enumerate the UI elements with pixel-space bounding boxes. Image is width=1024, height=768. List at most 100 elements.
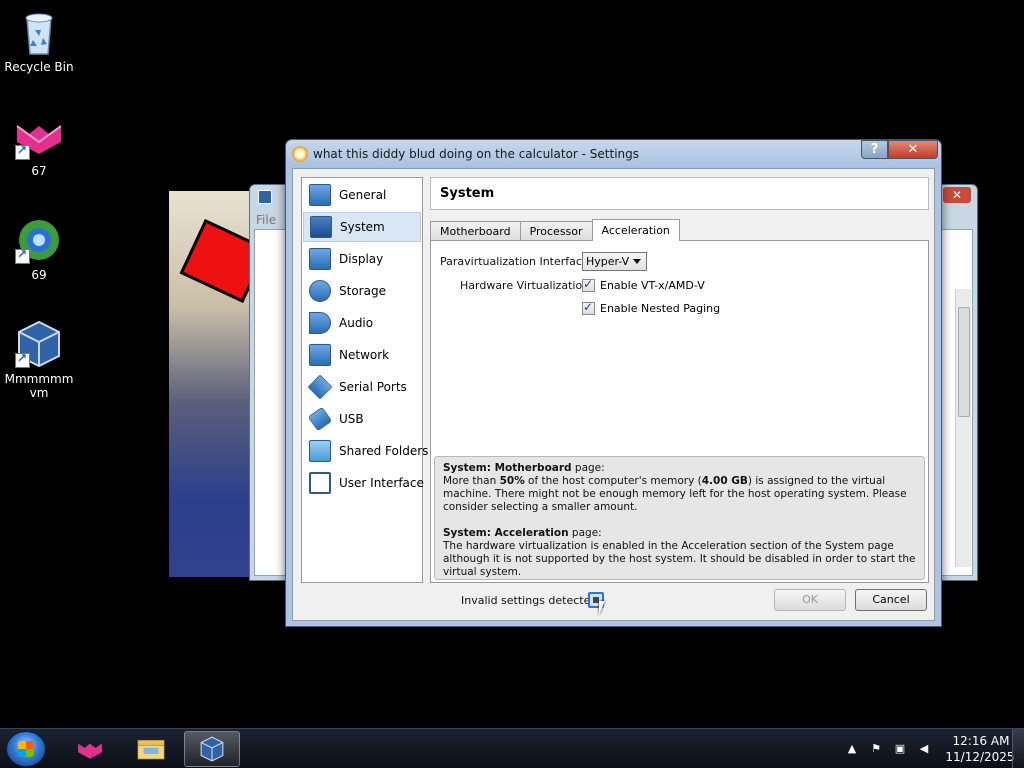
- acceleration-warning: System: Acceleration page: The hardware …: [443, 527, 916, 579]
- taskbar-app-pink-cat[interactable]: [62, 731, 118, 767]
- action-center-flag-icon[interactable]: ⚑: [868, 741, 884, 757]
- nav-item-audio[interactable]: Audio: [303, 308, 421, 338]
- show-desktop-button[interactable]: [1012, 729, 1024, 768]
- paravirtualization-value: Hyper-V: [586, 255, 630, 268]
- background-thumbnail-image: [169, 191, 256, 577]
- file-explorer-icon: [137, 739, 165, 760]
- enable-nested-paging-row[interactable]: ✓ Enable Nested Paging: [582, 300, 721, 315]
- nav-item-system[interactable]: System: [303, 212, 421, 242]
- hardware-virtualization-label: Hardware Virtualization:: [460, 279, 593, 292]
- system-tabs: Motherboard Processor Acceleration: [430, 219, 680, 241]
- paravirtualization-select[interactable]: Hyper-V: [582, 252, 647, 271]
- invalid-settings-status: Invalid settings detected: [461, 594, 598, 607]
- virtualbox-shortcut-icon: [15, 320, 63, 368]
- clock-time[interactable]: 12:16 AM: [946, 734, 1016, 748]
- cancel-button[interactable]: Cancel: [855, 589, 927, 611]
- nav-item-label: General: [339, 188, 387, 202]
- virtualbox-manager-menu-file[interactable]: File: [256, 213, 276, 227]
- system-tray: ▲ ⚑ ▣ ◀ 12:16 AM 11/12/2025: [834, 729, 1024, 768]
- user-interface-icon: [309, 472, 331, 494]
- nav-item-general[interactable]: General: [303, 180, 421, 210]
- nav-item-label: User Interface: [339, 476, 424, 490]
- show-hidden-icons-icon[interactable]: ▲: [844, 741, 860, 757]
- settings-client-area: General System Display Storage Audio Net…: [292, 168, 935, 621]
- motherboard-warning: System: Motherboard page: More than 50% …: [443, 462, 916, 514]
- desktop-icon-69[interactable]: 69: [1, 216, 77, 282]
- nav-item-user-interface[interactable]: User Interface: [303, 468, 424, 498]
- shared-folders-icon: [309, 440, 331, 462]
- tab-acceleration[interactable]: Acceleration: [591, 219, 680, 241]
- settings-title: what this diddy blud doing on the calcul…: [313, 147, 640, 161]
- windows-logo-icon: [18, 741, 34, 757]
- settings-titlebar[interactable]: what this diddy blud doing on the calcul…: [286, 140, 941, 168]
- virtualbox-manager-scrollbar[interactable]: [955, 289, 971, 567]
- nav-item-label: Storage: [339, 284, 386, 298]
- close-button[interactable]: ✕: [888, 140, 938, 159]
- system-icon: [310, 216, 332, 238]
- nav-item-label: Shared Folders: [339, 444, 429, 458]
- desktop-icon-label: 67: [31, 164, 47, 178]
- nav-item-serial-ports[interactable]: Serial Ports: [303, 372, 421, 402]
- motherboard-warning-title: System: Motherboard page:: [443, 462, 605, 474]
- nav-item-label: System: [340, 220, 385, 234]
- acceleration-warning-title: System: Acceleration page:: [443, 527, 602, 539]
- pink-cat-shortcut-icon: [15, 112, 63, 160]
- taskbar-app-file-explorer[interactable]: [123, 731, 179, 767]
- recycle-bin-icon: [15, 8, 63, 56]
- settings-dialog: what this diddy blud doing on the calcul…: [285, 139, 942, 627]
- nav-item-network[interactable]: Network: [303, 340, 421, 370]
- taskbar: ▲ ⚑ ▣ ◀ 12:16 AM 11/12/2025: [0, 728, 1024, 768]
- enable-vtx-label: Enable VT-x/AMD-V: [600, 279, 705, 292]
- nav-item-display[interactable]: Display: [303, 244, 421, 274]
- checkmark-icon: ✓: [583, 277, 594, 291]
- shortcut-arrow-icon: [15, 247, 30, 264]
- help-button[interactable]: ?: [861, 140, 888, 159]
- enable-vtx-checkbox[interactable]: ✓: [582, 277, 595, 292]
- motherboard-warning-text: More than 50% of the host computer's mem…: [443, 475, 907, 513]
- enable-nested-paging-label: Enable Nested Paging: [600, 302, 721, 315]
- nav-item-label: Network: [339, 348, 390, 362]
- red-arrow-graphic: [179, 219, 256, 303]
- paravirtualization-label: Paravirtualization Interface:: [440, 255, 593, 268]
- nav-item-storage[interactable]: Storage: [303, 276, 421, 306]
- taskbar-app-virtualbox[interactable]: [184, 731, 240, 767]
- checkmark-icon: ✓: [583, 300, 594, 314]
- desktop: Recycle Bin 67 69: [0, 0, 1024, 768]
- chevron-down-icon: [633, 259, 641, 264]
- tab-motherboard[interactable]: Motherboard: [430, 221, 521, 241]
- settings-gear-icon: [292, 146, 308, 162]
- enable-nested-paging-checkbox[interactable]: ✓: [582, 300, 595, 315]
- scrollbar-thumb[interactable]: [958, 307, 970, 417]
- mouse-cursor-icon: [599, 601, 605, 615]
- volume-muted-icon[interactable]: ◀: [916, 741, 932, 757]
- nav-item-usb[interactable]: USB: [303, 404, 421, 434]
- settings-nav-list: General System Display Storage Audio Net…: [301, 177, 428, 583]
- nav-item-label: USB: [339, 412, 364, 426]
- enable-vtx-row[interactable]: ✓ Enable VT-x/AMD-V: [582, 277, 705, 292]
- desktop-icon-67[interactable]: 67: [1, 112, 77, 178]
- desktop-icon-label: 69: [31, 268, 47, 282]
- desktop-icon-recycle-bin[interactable]: Recycle Bin: [1, 8, 77, 74]
- pink-cat-app-icon: [78, 743, 102, 759]
- ok-button[interactable]: OK: [774, 589, 846, 611]
- start-button[interactable]: [6, 731, 46, 767]
- nav-item-shared-folders[interactable]: Shared Folders: [303, 436, 428, 466]
- desktop-icon-label: Mmmmmm vm: [4, 372, 74, 400]
- acceleration-tab-page: Paravirtualization Interface: Hyper-V Ha…: [430, 240, 929, 583]
- audio-icon: [309, 312, 331, 334]
- network-icon[interactable]: ▣: [892, 741, 908, 757]
- virtualbox-manager-close-button[interactable]: ✕: [943, 187, 971, 203]
- tab-processor[interactable]: Processor: [519, 221, 593, 241]
- network-icon: [309, 344, 331, 366]
- clock-date[interactable]: 11/12/2025: [942, 750, 1018, 764]
- shortcut-arrow-icon: [15, 143, 30, 160]
- general-icon: [309, 184, 331, 206]
- display-icon: [309, 248, 331, 270]
- desktop-icon-label: Recycle Bin: [4, 60, 74, 74]
- usb-icon: [307, 406, 333, 432]
- nav-item-label: Display: [339, 252, 384, 266]
- storage-icon: [309, 280, 331, 302]
- virtualbox-app-icon: [258, 190, 272, 204]
- serial-ports-icon: [307, 374, 333, 400]
- desktop-icon-vm[interactable]: Mmmmmm vm: [1, 320, 77, 400]
